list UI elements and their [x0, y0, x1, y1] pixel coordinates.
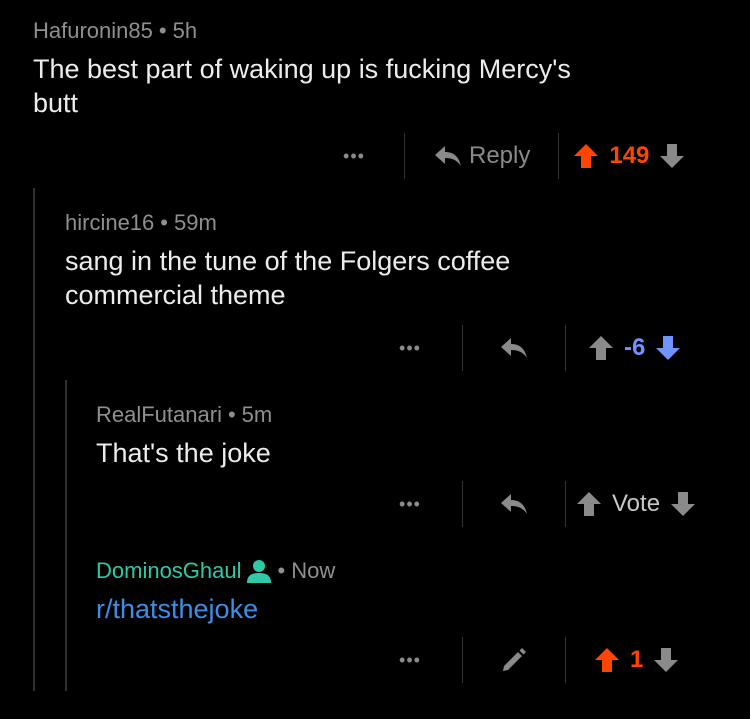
thread-line-1 [33, 188, 35, 691]
comment-body: sang in the tune of the Folgers coffee c… [65, 246, 511, 310]
comment-2-actions: ••• -6 [382, 325, 681, 371]
divider [462, 325, 463, 371]
divider [565, 637, 566, 683]
divider [462, 481, 463, 527]
downvote-icon[interactable] [670, 491, 696, 517]
author-name[interactable]: Hafuronin85 [33, 18, 153, 43]
author-name[interactable]: RealFutanari [96, 402, 222, 427]
downvote-icon[interactable] [653, 647, 679, 673]
vote-label: Vote [612, 490, 661, 517]
upvote-icon[interactable] [576, 491, 602, 517]
timestamp: Now [291, 558, 336, 583]
reply-icon[interactable] [499, 336, 529, 360]
author-name[interactable]: DominosGhaul [96, 558, 242, 584]
reply-icon[interactable] [499, 492, 529, 516]
meta-separator: • [158, 18, 167, 43]
divider [462, 637, 463, 683]
meta-separator: • [160, 210, 168, 235]
upvote-icon[interactable] [594, 647, 620, 673]
edit-pencil-icon[interactable] [501, 647, 527, 673]
author-name[interactable]: hircine16 [65, 210, 154, 235]
divider [565, 325, 566, 371]
reply-label: Reply [469, 142, 531, 169]
more-options-button[interactable]: ••• [382, 338, 438, 359]
comment-3: RealFutanari • 5m That's the joke [96, 402, 696, 470]
meta-separator: • [277, 558, 286, 583]
comment-meta: RealFutanari • 5m [96, 402, 696, 428]
comment-body: That's the joke [96, 438, 271, 468]
comment-1-actions: ••• Reply 149 [326, 133, 685, 179]
timestamp: 59m [173, 210, 217, 235]
upvote-icon[interactable] [573, 143, 599, 169]
comment-meta: DominosGhaul • Now [96, 558, 696, 584]
user-icon [246, 559, 272, 583]
comment-3-actions: ••• Vote [382, 481, 696, 527]
comment-2: hircine16 • 59m sang in the tune of the Fo… [65, 210, 705, 312]
reply-icon [433, 144, 463, 168]
thread-line-2 [65, 380, 67, 691]
comment-4-actions: ••• 1 [382, 637, 679, 683]
timestamp: 5h [172, 18, 198, 43]
comment-1: Hafuronin85 • 5h The best part of waking u… [33, 18, 713, 120]
more-options-button[interactable]: ••• [382, 494, 438, 515]
reply-button[interactable]: Reply [433, 142, 530, 170]
divider [565, 481, 566, 527]
downvote-icon[interactable] [659, 143, 685, 169]
subreddit-link[interactable]: r/thatsthejoke [96, 592, 696, 626]
comment-4: DominosGhaul • Now r/thatsthejoke [96, 558, 696, 626]
vote-score: 149 [609, 142, 650, 169]
divider [558, 133, 560, 179]
timestamp: 5m [241, 402, 273, 427]
vote-score: -6 [624, 334, 646, 361]
more-options-button[interactable]: ••• [326, 146, 382, 167]
comment-meta: Hafuronin85 • 5h [33, 18, 713, 44]
comment-body: The best part of waking up is fucking Me… [33, 54, 571, 118]
upvote-icon[interactable] [588, 335, 614, 361]
meta-separator: • [227, 402, 236, 427]
downvote-icon[interactable] [655, 335, 681, 361]
vote-score: 1 [630, 646, 644, 673]
comment-meta: hircine16 • 59m [65, 210, 705, 236]
more-options-button[interactable]: ••• [382, 650, 438, 671]
divider [404, 133, 405, 179]
